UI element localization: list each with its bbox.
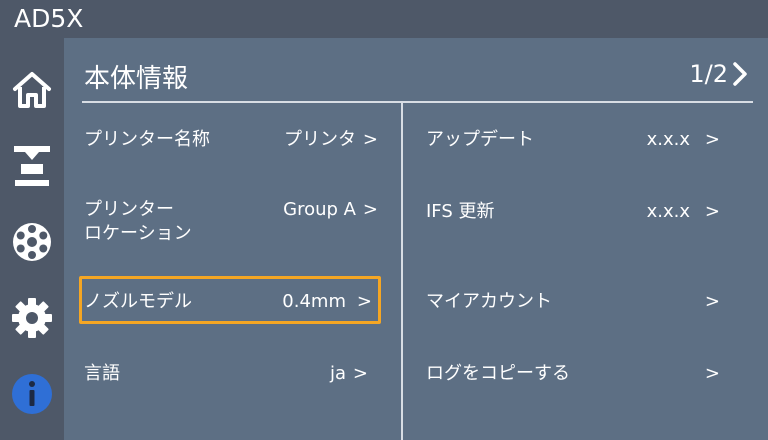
row-label: プリンター名称 xyxy=(84,129,210,150)
page-number: 1/2 xyxy=(689,60,728,88)
header-divider xyxy=(82,101,753,103)
row-value: プリンタ xyxy=(284,129,356,150)
row-update[interactable]: アップデート x.x.x > xyxy=(426,128,726,152)
row-label: アップデート xyxy=(426,129,534,150)
page-title: 本体情報 xyxy=(84,64,189,94)
chevron-right-icon: > xyxy=(704,363,720,384)
sidebar-item-info[interactable] xyxy=(8,370,56,418)
content-panel: 本体情報 1/2 プリンター名称 プリンタ > プリンター ロケーション Gro… xyxy=(64,38,768,440)
chevron-right-icon xyxy=(733,62,747,86)
sidebar-item-filament[interactable] xyxy=(8,218,56,266)
spool-icon xyxy=(13,223,51,261)
row-my-account[interactable]: マイアカウント > xyxy=(426,290,726,314)
chevron-right-icon: > xyxy=(704,201,720,222)
sidebar-item-print[interactable] xyxy=(8,142,56,190)
row-label-line2: ロケーション xyxy=(84,223,192,244)
row-value: ja xyxy=(329,363,346,384)
sidebar xyxy=(0,38,64,440)
sidebar-item-settings[interactable] xyxy=(8,294,56,342)
gear-icon xyxy=(12,298,52,338)
page-indicator[interactable]: 1/2 xyxy=(689,60,748,88)
top-bar: AD5X xyxy=(0,0,768,38)
chevron-right-icon: > xyxy=(352,363,368,384)
sidebar-item-home[interactable] xyxy=(8,66,56,114)
info-icon xyxy=(12,374,52,414)
row-printer-name[interactable]: プリンター名称 プリンタ > xyxy=(84,128,384,152)
row-printer-location[interactable]: プリンター ロケーション Group A > xyxy=(84,198,384,250)
selection-highlight xyxy=(79,276,381,324)
column-divider xyxy=(401,103,403,440)
chevron-right-icon: > xyxy=(704,291,720,312)
chevron-right-icon: > xyxy=(362,129,378,150)
printer-icon xyxy=(14,146,50,186)
row-value: x.x.x xyxy=(646,129,690,150)
home-icon xyxy=(13,72,51,108)
row-value: Group A xyxy=(283,199,356,220)
chevron-right-icon: > xyxy=(704,129,720,150)
row-label-line1: プリンター xyxy=(84,199,174,220)
chevron-right-icon: > xyxy=(362,199,378,220)
row-copy-log[interactable]: ログをコピーする > xyxy=(426,362,726,386)
row-label: IFS 更新 xyxy=(426,201,495,222)
app-title: AD5X xyxy=(14,4,84,33)
row-value: x.x.x xyxy=(646,201,690,222)
row-label: ログをコピーする xyxy=(426,363,570,384)
row-ifs-update[interactable]: IFS 更新 x.x.x > xyxy=(426,200,726,224)
row-label: マイアカウント xyxy=(426,291,552,312)
row-language[interactable]: 言語 ja > xyxy=(84,362,384,386)
row-label: 言語 xyxy=(84,363,120,384)
